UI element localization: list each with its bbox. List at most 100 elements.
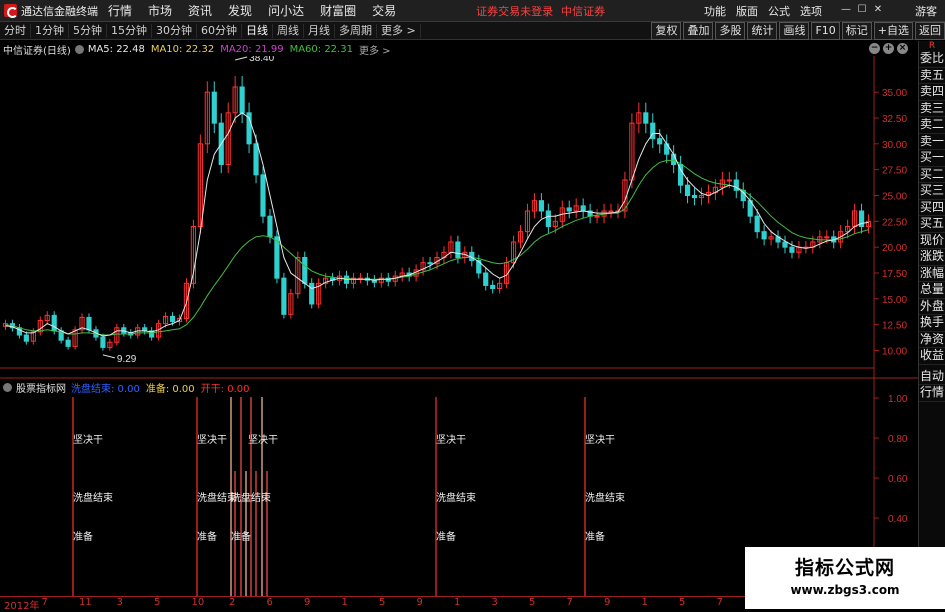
period-daily[interactable]: 日线 [242,23,273,38]
menu-item-news[interactable]: 资讯 [180,2,220,19]
close-chart-icon[interactable]: × [897,43,908,54]
sidebar-item-sell5[interactable]: 卖五 [919,68,945,84]
period-intraday[interactable]: 分时 [0,23,31,38]
sidebar-item-net-assets[interactable]: 净资 [919,332,945,348]
back-button[interactable]: 返回 [915,22,945,40]
price-tick-label: 17.50 [882,269,907,280]
indicator-title-bar: 股票指标网 洗盘结束: 0.00 准备: 0.00 开干: 0.00 [3,380,255,395]
period-weekly[interactable]: 周线 [273,23,304,38]
menu-item-formula[interactable]: 公式 [763,3,795,19]
sidebar-item-buy4[interactable]: 买四 [919,200,945,216]
period-more[interactable]: 更多 > [377,23,421,38]
more-indicators[interactable]: 更多 > [359,42,391,57]
min-pointer [102,354,116,359]
signal-label-low: 准备 [436,532,456,543]
period-monthly[interactable]: 月线 [304,23,335,38]
draw-line-button[interactable]: 画线 [779,22,810,40]
candle-body [594,215,600,218]
menu-item-functions[interactable]: 功能 [699,3,731,19]
candle-body [483,272,489,286]
sidebar-item-change-pct[interactable]: 涨幅 [919,266,945,282]
overlay-button[interactable]: 叠加 [683,22,714,40]
indicator-tick-label: 1.00 [888,394,908,405]
sidebar-item-change[interactable]: 涨跌 [919,249,945,266]
adjust-button[interactable]: 复权 [651,22,682,40]
indicator-go: 开干: 0.00 [200,383,250,395]
zoom-out-icon[interactable]: − [869,43,880,54]
menu-item-options[interactable]: 选项 [795,3,827,19]
sidebar-item-sell3[interactable]: 卖三 [919,101,945,117]
candle-body [671,153,677,165]
price-tick-label: 27.50 [882,166,907,177]
candle-body [566,207,572,212]
sidebar-item-sell2[interactable]: 卖二 [919,117,945,134]
toggle-dot-icon[interactable] [3,382,12,392]
sidebar-item-buy1[interactable]: 买一 [919,150,945,167]
multi-stock-button[interactable]: 多股 [715,22,746,40]
sidebar-item-outer[interactable]: 外盘 [919,299,945,315]
sidebar-item-buy2[interactable]: 买二 [919,167,945,183]
sidebar-item-sell4[interactable]: 卖四 [919,84,945,101]
menu-item-wealth-circle[interactable]: 财富圈 [312,2,364,19]
time-label: 1 [641,597,648,608]
sidebar-item-volume[interactable]: 总量 [919,282,945,299]
minimize-icon[interactable]: — [839,3,853,17]
maximize-icon[interactable]: ☐ [855,3,869,17]
mark-button[interactable]: 标记 [841,22,872,40]
period-multi[interactable]: 多周期 [335,23,377,38]
time-label: 9 [604,597,611,608]
period-60min[interactable]: 60分钟 [197,23,242,38]
kline-chart[interactable]: 38.40 9.29 10.00 12.50 15.00 17.50 20.00 22.50 2… [0,56,918,596]
candle-body [211,91,217,124]
period-1min[interactable]: 1分钟 [31,23,69,38]
f10-button[interactable]: F10 [811,22,840,40]
zoom-in-icon[interactable]: + [883,43,894,54]
candle-body [754,215,760,233]
ma20-value: MA20: 21.99 [220,43,284,55]
sidebar-item-auto[interactable]: 自动 [919,369,945,385]
app-title: 通达信金融终端 [21,4,98,18]
period-15min[interactable]: 15分钟 [107,23,152,38]
candle-body [121,327,127,334]
statistics-button[interactable]: 统计 [747,22,778,40]
trade-login-status[interactable]: 证券交易未登录 [476,3,553,19]
price-tick-label: 15.00 [882,295,907,306]
menu-item-market-quotes[interactable]: 行情 [100,2,140,19]
candle-body [23,334,29,342]
broker-name[interactable]: 中信证券 [561,3,605,19]
sidebar-item-buy3[interactable]: 买三 [919,183,945,200]
guest-user[interactable]: 游客 [915,3,937,19]
menu-item-trade[interactable]: 交易 [364,2,404,19]
period-5min[interactable]: 5分钟 [69,23,107,38]
sidebar-item-sell1[interactable]: 卖一 [919,134,945,150]
candle-body [545,210,551,227]
app-logo: 通达信金融终端 [0,3,100,19]
add-watchlist-button[interactable]: +自选 [873,22,913,40]
candle-body [580,205,586,212]
close-icon[interactable]: ✕ [871,3,885,17]
sidebar-item-turnover[interactable]: 换手 [919,315,945,332]
sidebar-item-committee-ratio[interactable]: 委比 [919,51,945,68]
stock-name[interactable]: 中信证券(日线) [3,42,71,57]
menu-item-layout[interactable]: 版面 [731,3,763,19]
sidebar-item-buy5[interactable]: 买五 [919,216,945,233]
sidebar-item-price[interactable]: 现价 [919,233,945,249]
menu-item-ask-xiaoda[interactable]: 问小达 [260,2,312,19]
time-label: 7 [566,597,573,608]
time-label: 6 [266,597,273,608]
sidebar-item-earnings[interactable]: 收益 [919,348,945,365]
price-tick-label: 10.00 [882,347,907,358]
candle-body [343,275,350,284]
menu-item-market[interactable]: 市场 [140,2,180,19]
price-tick-label: 30.00 [882,140,907,151]
sidebar-item-quotes[interactable]: 行情 [919,385,945,402]
time-label: 3 [491,597,498,608]
toggle-dot-icon[interactable] [74,44,84,54]
time-label: 1 [454,597,461,608]
menu-item-discover[interactable]: 发现 [220,2,260,19]
tdx-logo-icon [4,4,18,18]
chart-tools: 复权 叠加 多股 统计 画线 F10 标记 +自选 返回 [649,22,945,40]
indicator-name[interactable]: 股票指标网 [16,380,66,395]
period-30min[interactable]: 30分钟 [152,23,197,38]
signal-label-mid: 洗盘结束 [231,493,271,504]
